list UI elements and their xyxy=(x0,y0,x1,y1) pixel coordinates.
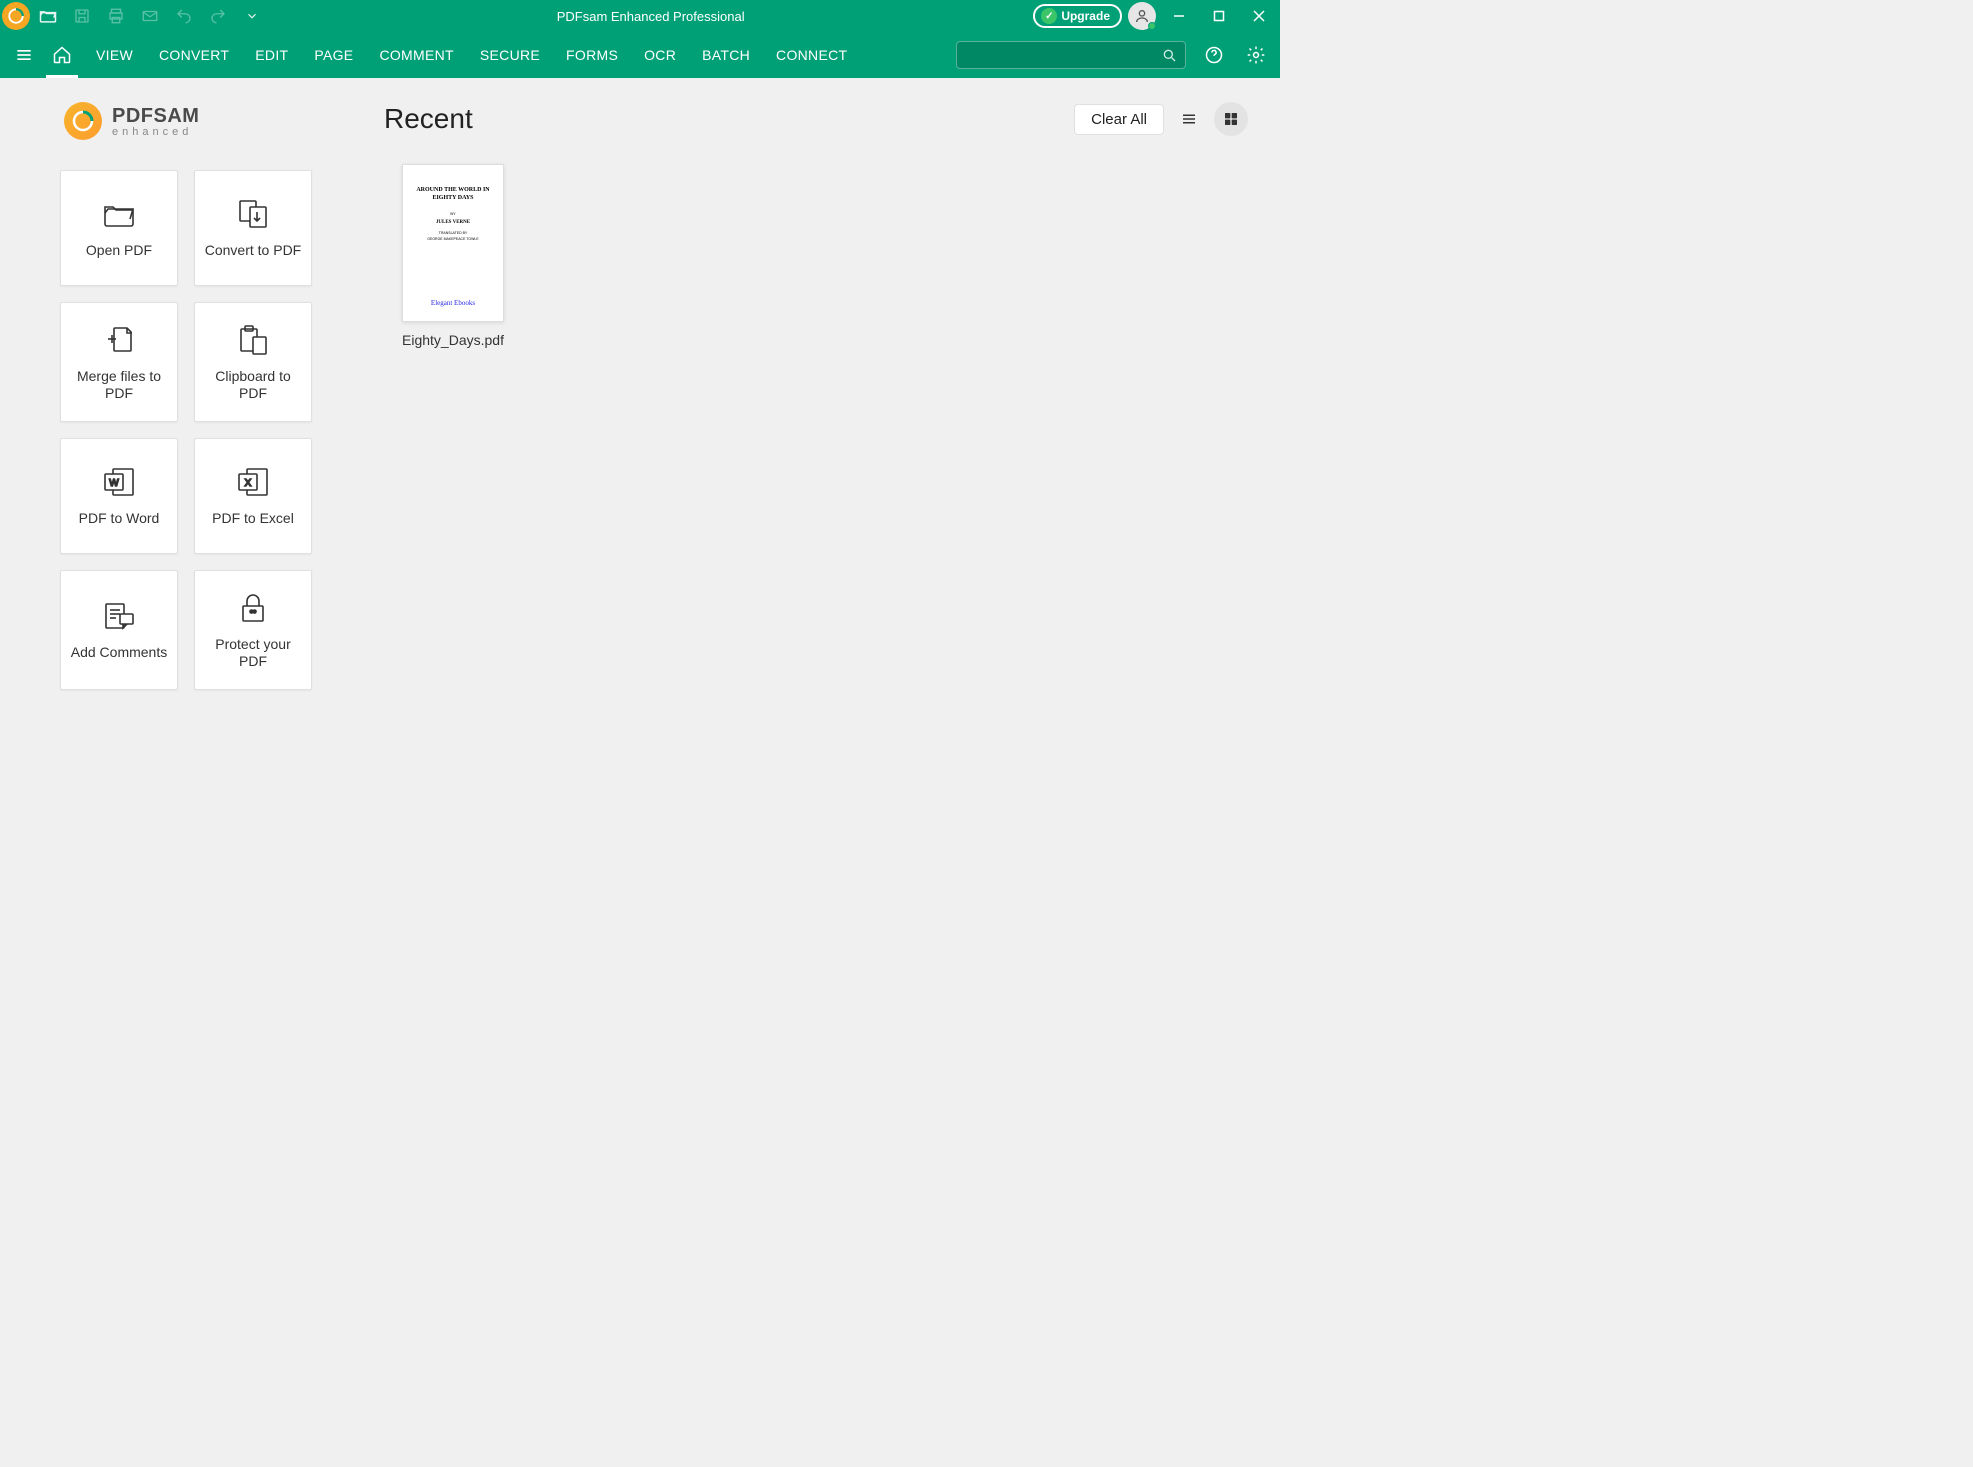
action-label: Merge files to PDF xyxy=(67,368,171,403)
action-label: PDF to Word xyxy=(79,510,160,528)
action-open-pdf[interactable]: Open PDF xyxy=(60,170,178,286)
thumb-publisher: Elegant Ebooks xyxy=(431,299,475,307)
brand-logo-icon xyxy=(64,102,102,140)
action-grid: Open PDF Convert to PDF Merge files to P… xyxy=(60,170,324,690)
action-label: Add Comments xyxy=(71,644,167,662)
thumb-by: BY xyxy=(450,211,455,216)
menu-secure[interactable]: SECURE xyxy=(470,41,550,69)
action-label: Convert to PDF xyxy=(205,242,301,260)
open-file-icon[interactable] xyxy=(32,0,64,32)
convert-icon xyxy=(236,196,270,232)
recent-grid: AROUND THE WORLD IN EIGHTY DAYS BY JULES… xyxy=(384,164,1248,348)
menu-batch[interactable]: BATCH xyxy=(692,41,760,69)
app-logo-icon xyxy=(2,2,30,30)
clipboard-icon xyxy=(236,322,270,358)
thumb-author: JULES VERNE xyxy=(436,220,470,225)
search-input[interactable] xyxy=(965,48,1161,63)
search-icon xyxy=(1161,47,1177,63)
action-pdf-to-excel[interactable]: X PDF to Excel xyxy=(194,438,312,554)
menu-connect[interactable]: CONNECT xyxy=(766,41,857,69)
app-title: PDFsam Enhanced Professional xyxy=(268,9,1033,24)
upgrade-label: Upgrade xyxy=(1061,9,1110,23)
action-label: Protect your PDF xyxy=(201,636,305,671)
help-icon[interactable] xyxy=(1196,37,1232,73)
hamburger-menu-icon[interactable] xyxy=(6,37,42,73)
brand-name: PDFSAM xyxy=(112,105,199,128)
action-protect-pdf[interactable]: ** Protect your PDF xyxy=(194,570,312,690)
action-label: PDF to Excel xyxy=(212,510,294,528)
recent-title: Recent xyxy=(384,103,473,135)
settings-icon[interactable] xyxy=(1238,37,1274,73)
excel-icon: X xyxy=(235,464,271,500)
menubar: VIEW CONVERT EDIT PAGE COMMENT SECURE FO… xyxy=(0,32,1280,78)
list-view-toggle[interactable] xyxy=(1172,102,1206,136)
main-area: PDFSAM enhanced Open PDF Convert to PDF xyxy=(0,78,1280,952)
merge-icon xyxy=(103,322,135,358)
brand-sub: enhanced xyxy=(112,126,199,138)
save-icon[interactable] xyxy=(66,0,98,32)
menu-comment[interactable]: COMMENT xyxy=(369,41,463,69)
svg-text:W: W xyxy=(109,478,119,489)
action-pdf-to-word[interactable]: W PDF to Word xyxy=(60,438,178,554)
svg-text:**: ** xyxy=(250,609,256,618)
maximize-button[interactable] xyxy=(1202,0,1236,32)
upgrade-button[interactable]: ✓ Upgrade xyxy=(1033,4,1122,28)
thumb-trans-label: TRANSLATED BY xyxy=(439,231,468,235)
close-button[interactable] xyxy=(1242,0,1276,32)
titlebar: PDFsam Enhanced Professional ✓ Upgrade xyxy=(0,0,1280,32)
word-icon: W xyxy=(101,464,137,500)
account-avatar[interactable] xyxy=(1128,2,1156,30)
comments-icon xyxy=(101,598,137,634)
action-convert-to-pdf[interactable]: Convert to PDF xyxy=(194,170,312,286)
action-add-comments[interactable]: Add Comments xyxy=(60,570,178,690)
recent-area: Recent Clear All AROUND THE WORLD IN EIG… xyxy=(384,102,1248,952)
check-icon: ✓ xyxy=(1041,8,1057,24)
folder-open-icon xyxy=(102,196,136,232)
clear-all-button[interactable]: Clear All xyxy=(1074,104,1164,135)
branding: PDFSAM enhanced xyxy=(64,102,324,140)
minimize-button[interactable] xyxy=(1162,0,1196,32)
grid-view-toggle[interactable] xyxy=(1214,102,1248,136)
menu-edit[interactable]: EDIT xyxy=(245,41,298,69)
thumb-title: AROUND THE WORLD IN EIGHTY DAYS xyxy=(413,187,493,203)
menu-convert[interactable]: CONVERT xyxy=(149,41,239,69)
thumb-translator: GEORGE MAKEPEACE TOWLE xyxy=(427,237,478,241)
undo-icon[interactable] xyxy=(168,0,200,32)
svg-text:X: X xyxy=(245,478,252,489)
recent-doc[interactable]: AROUND THE WORLD IN EIGHTY DAYS BY JULES… xyxy=(398,164,508,348)
home-tab[interactable] xyxy=(42,32,82,78)
menu-view[interactable]: VIEW xyxy=(86,41,143,69)
chevron-down-icon[interactable] xyxy=(236,0,268,32)
print-icon[interactable] xyxy=(100,0,132,32)
action-label: Clipboard to PDF xyxy=(201,368,305,403)
action-merge-files[interactable]: Merge files to PDF xyxy=(60,302,178,422)
action-clipboard-to-pdf[interactable]: Clipboard to PDF xyxy=(194,302,312,422)
doc-thumbnail: AROUND THE WORLD IN EIGHTY DAYS BY JULES… xyxy=(402,164,504,322)
doc-filename: Eighty_Days.pdf xyxy=(402,332,504,348)
redo-icon[interactable] xyxy=(202,0,234,32)
email-icon[interactable] xyxy=(134,0,166,32)
menu-items: VIEW CONVERT EDIT PAGE COMMENT SECURE FO… xyxy=(86,41,857,69)
lock-icon: ** xyxy=(238,590,268,626)
sidebar: PDFSAM enhanced Open PDF Convert to PDF xyxy=(60,102,324,952)
menu-forms[interactable]: FORMS xyxy=(556,41,628,69)
menu-page[interactable]: PAGE xyxy=(304,41,363,69)
menu-ocr[interactable]: OCR xyxy=(634,41,686,69)
action-label: Open PDF xyxy=(86,242,152,260)
status-dot-icon xyxy=(1148,22,1156,30)
recent-header: Recent Clear All xyxy=(384,102,1248,136)
search-box[interactable] xyxy=(956,41,1186,69)
